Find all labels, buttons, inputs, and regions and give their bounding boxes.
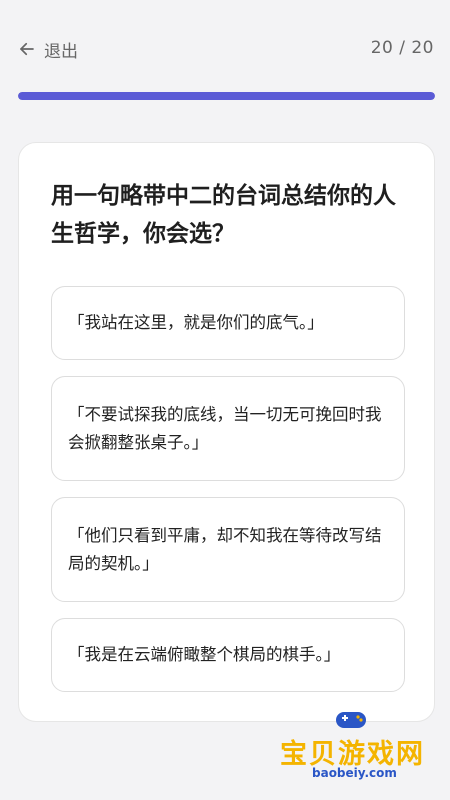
exit-button[interactable]: 退出: [18, 36, 78, 62]
gamepad-icon: [336, 712, 366, 728]
option-label: 「我是在云端俯瞰整个棋局的棋手。」: [68, 645, 341, 664]
option-label: 「他们只看到平庸，却不知我在等待改写结局的契机。」: [68, 525, 382, 573]
question-counter: 20 / 20: [370, 38, 434, 58]
option-label: 「不要试探我的底线，当一切无可挽回时我会掀翻整张桌子。」: [68, 404, 382, 452]
option-1[interactable]: 「我站在这里，就是你们的底气。」: [51, 286, 405, 360]
watermark-url: baobeiy.com: [312, 766, 397, 780]
exit-label: 退出: [44, 41, 78, 62]
option-2[interactable]: 「不要试探我的底线，当一切无可挽回时我会掀翻整张桌子。」: [51, 376, 405, 481]
progress-bar: [18, 92, 435, 100]
question-card: 用一句略带中二的台词总结你的人生哲学，你会选？ 「我站在这里，就是你们的底气。」…: [18, 142, 435, 722]
option-4[interactable]: 「我是在云端俯瞰整个棋局的棋手。」: [51, 618, 405, 692]
arrow-left-icon: [20, 42, 34, 56]
option-3[interactable]: 「他们只看到平庸，却不知我在等待改写结局的契机。」: [51, 497, 405, 602]
watermark-logo: 宝贝游戏网 baobeiy.com: [270, 700, 440, 795]
question-text: 用一句略带中二的台词总结你的人生哲学，你会选？: [51, 183, 396, 247]
option-label: 「我站在这里，就是你们的底气。」: [68, 313, 324, 332]
progress-fill: [18, 92, 435, 100]
top-bar: 退出 20 / 20: [0, 0, 450, 100]
